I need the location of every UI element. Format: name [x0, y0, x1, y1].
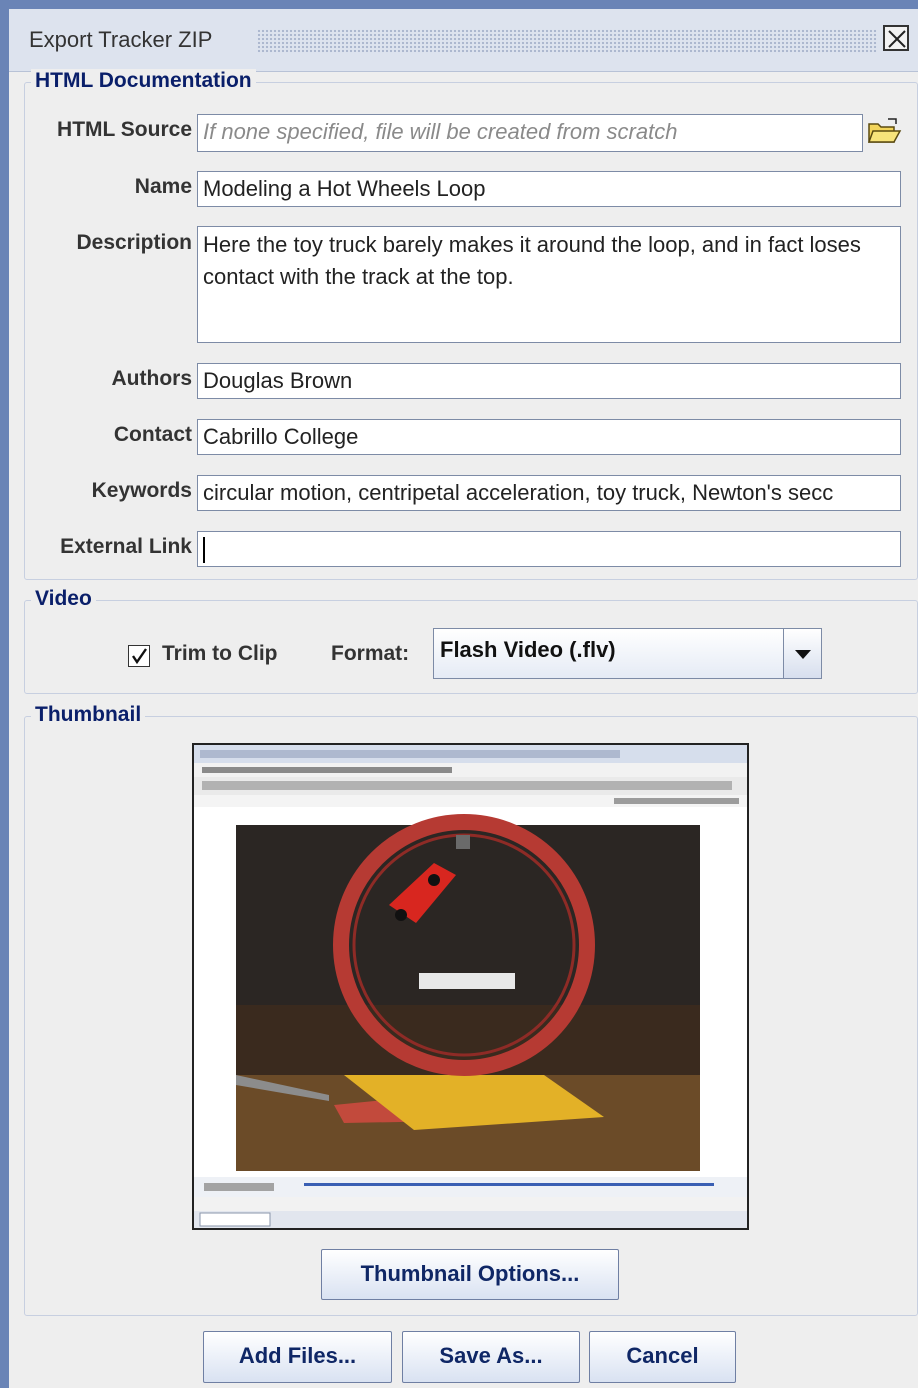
text-caret	[203, 537, 205, 564]
html-documentation-title: HTML Documentation	[31, 69, 256, 93]
external-link-field[interactable]	[197, 531, 901, 567]
format-selected-value: Flash Video (.flv)	[440, 637, 616, 662]
format-dropdown-button[interactable]	[783, 629, 821, 678]
format-select[interactable]: Flash Video (.flv)	[433, 628, 822, 679]
close-icon	[888, 30, 906, 48]
keywords-label: Keywords	[91, 479, 192, 502]
trim-to-clip-label[interactable]: Trim to Clip	[162, 642, 278, 666]
close-button[interactable]	[883, 25, 909, 51]
open-folder-button[interactable]	[866, 114, 902, 150]
description-field[interactable]: Here the toy truck barely makes it aroun…	[197, 226, 901, 343]
format-label: Format:	[331, 642, 410, 665]
name-field[interactable]: Modeling a Hot Wheels Loop	[197, 171, 901, 207]
save-as-button[interactable]: Save As...	[402, 1331, 580, 1383]
thumbnail-preview	[192, 743, 749, 1230]
authors-label: Authors	[111, 367, 193, 390]
description-label: Description	[76, 231, 192, 254]
cancel-button[interactable]: Cancel	[589, 1331, 736, 1383]
trim-to-clip-checkbox[interactable]	[128, 645, 150, 667]
open-folder-icon	[867, 118, 902, 143]
add-files-button[interactable]: Add Files...	[203, 1331, 392, 1383]
authors-field[interactable]: Douglas Brown	[197, 363, 901, 399]
contact-label: Contact	[113, 423, 192, 446]
thumbnail-options-button[interactable]: Thumbnail Options...	[321, 1249, 619, 1300]
keywords-field[interactable]: circular motion, centripetal acceleratio…	[197, 475, 901, 511]
html-source-label: HTML Source	[57, 118, 192, 141]
tracker-screenshot-image	[194, 745, 747, 1228]
contact-field[interactable]: Cabrillo College	[197, 419, 901, 455]
external-link-label: External Link	[60, 535, 192, 558]
dialog-title: Export Tracker ZIP	[29, 27, 213, 52]
title-bar-grip	[257, 29, 877, 53]
check-icon	[132, 648, 147, 665]
title-bar[interactable]: Export Tracker ZIP	[9, 9, 918, 72]
chevron-down-icon	[795, 650, 811, 659]
html-source-input[interactable]: If none specified, file will be created …	[197, 114, 863, 152]
name-label: Name	[134, 175, 192, 198]
video-title: Video	[31, 587, 96, 611]
thumbnail-title: Thumbnail	[31, 703, 146, 727]
